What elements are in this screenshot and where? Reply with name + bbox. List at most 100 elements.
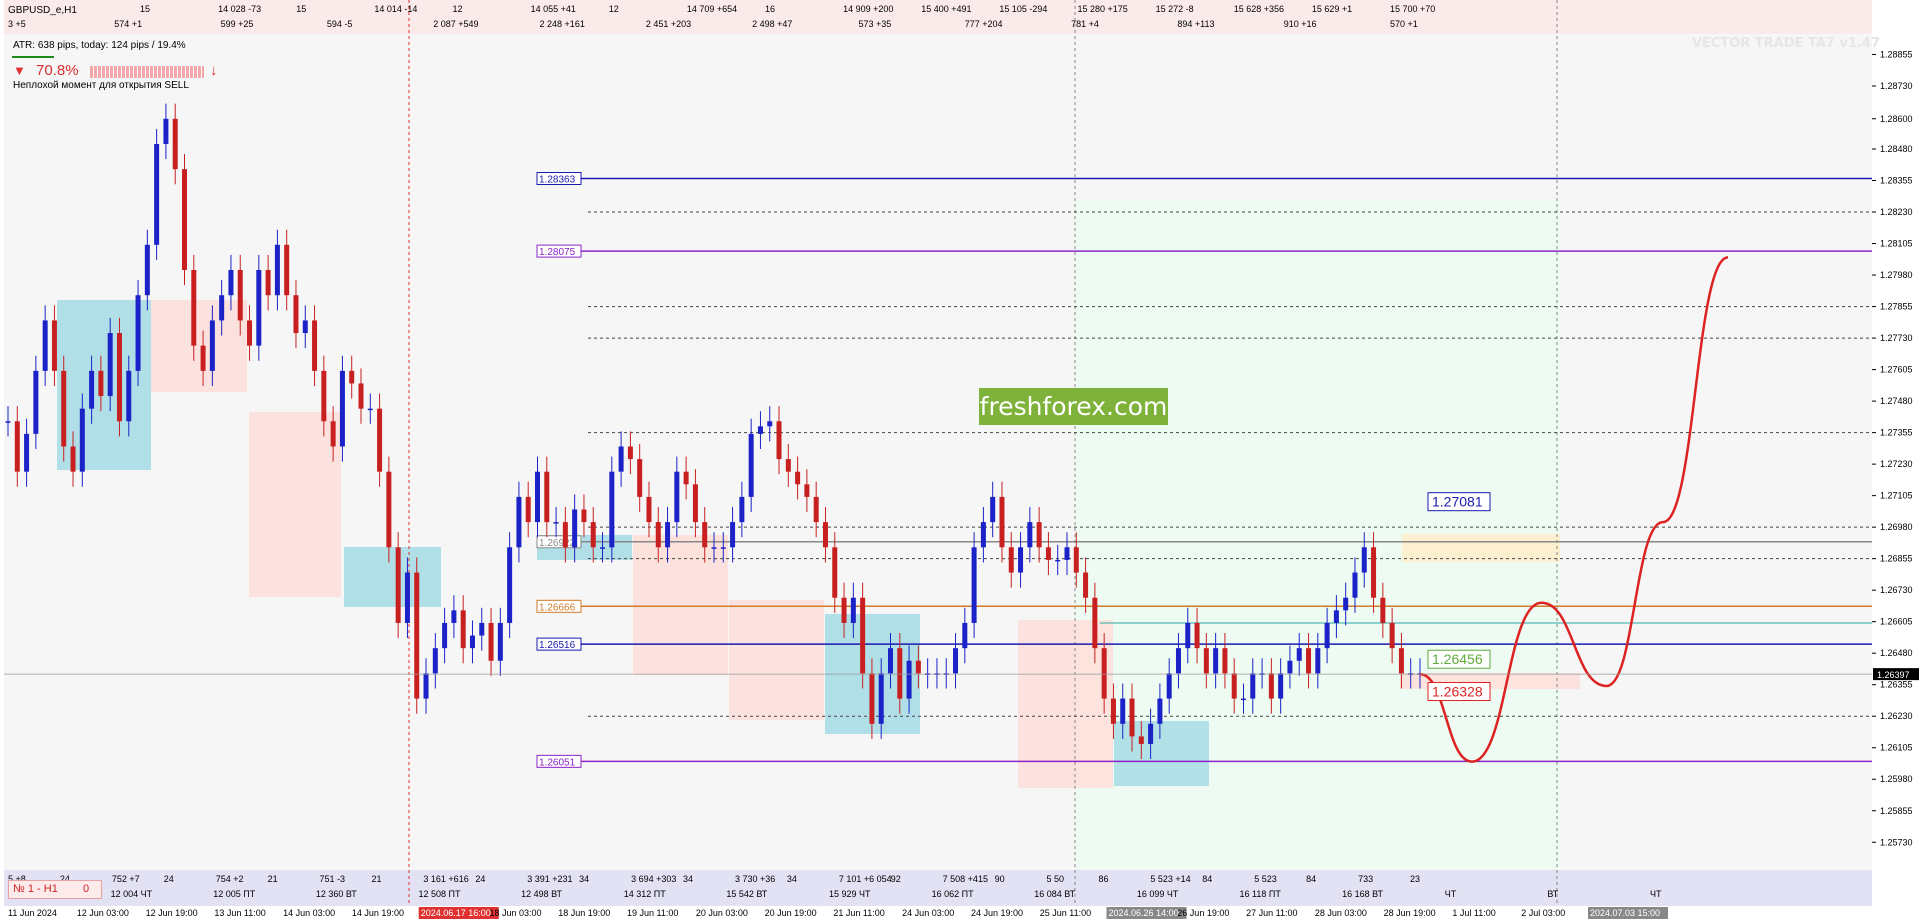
y-tick-9: 1.27730 [1880,333,1913,343]
top-vol-b-0: 3 +5 [8,19,26,29]
y-tick-24: 1.25855 [1880,806,1913,816]
candle-body-96 [897,648,903,699]
candle-body-78 [730,522,736,548]
candle-body-48 [451,610,457,623]
candle-body-93 [869,673,875,724]
candle-body-90 [841,597,847,623]
y-tick-10: 1.27605 [1880,365,1913,375]
right-tag-2: 1.26328 [1432,684,1483,700]
candle-body-103 [962,622,968,649]
bottom-vol-a-22: 5 523 +14 [1150,874,1190,884]
bottom-vol-a-14: 3 730 +36 [735,874,775,884]
candle-body-23 [219,295,225,321]
x-label-16: 2024.06.26 14:00 [1109,908,1179,918]
candle-body-107 [999,496,1005,548]
level-label-2: 1.26922 [539,538,576,549]
candle-body-150 [1398,648,1404,674]
candle-body-116 [1083,572,1089,598]
candle-body-85 [795,471,801,485]
candle-body-65 [609,471,615,548]
bottom-vol-b-14: ЧТ [1445,889,1457,899]
candle-body-30 [284,244,290,296]
candle-body-28 [265,270,271,296]
candle-body-39 [367,408,373,411]
candle-body-119 [1110,698,1116,724]
candle-body-70 [655,522,661,548]
level-label-4: 1.26516 [539,640,576,651]
panel-indicator[interactable]: № 1 - H1 0 [8,880,102,899]
candle-body-71 [665,522,671,548]
y-tick-14: 1.27105 [1880,491,1913,501]
candle-body-132 [1231,673,1237,699]
top-vol-a-0: 15 [140,4,150,14]
y-tick-1: 1.28730 [1880,81,1913,91]
candle-body-126 [1175,648,1181,674]
level-label-3: 1.26666 [539,602,576,613]
bottom-vol-b-7: 15 542 ВТ [726,889,767,899]
chart-canvas[interactable]: 1.28363 1.28075 1.26922 1.26666 1.26516 1.260… [0,0,1920,922]
top-vol-a-14: 15 628 +356 [1234,4,1284,14]
candle-body-74 [692,484,698,523]
bottom-vol-b-16: ЧТ [1650,889,1662,899]
candle-body-2 [24,433,30,472]
candle-body-55 [516,496,522,548]
candle-body-148 [1380,597,1386,623]
candle-body-4 [42,320,48,371]
candle-body-6 [61,370,67,447]
top-vol-b-9: 777 +204 [965,19,1003,29]
bottom-vol-b-15: ВТ [1547,889,1558,899]
top-vol-a-12: 15 280 +175 [1078,4,1128,14]
candle-body-37 [349,370,355,384]
right-tag-0: 1.27081 [1432,494,1483,510]
bottom-vol-a-26: 733 [1358,874,1373,884]
right-tag-1: 1.26456 [1432,651,1483,667]
bottom-vol-a-27: 23 [1410,874,1420,884]
candle-body-57 [535,471,540,523]
candle-body-43 [404,572,410,623]
bottom-vol-a-20: 5 50 [1047,874,1065,884]
candle-body-144 [1343,597,1349,611]
candle-body-111 [1036,522,1042,548]
candle-body-64 [600,547,606,549]
bottom-vol-a-3: 24 [164,874,174,884]
candle-body-136 [1268,673,1274,699]
candle-body-21 [200,345,206,371]
candle-body-139 [1296,648,1302,661]
candle-body-127 [1185,622,1191,649]
y-tick-25: 1.25730 [1880,837,1913,847]
x-label-22: 2 Jul 03:00 [1521,908,1565,918]
signal-percent: 70.8% [36,62,79,79]
candle-body-5 [51,320,57,371]
candle-body-149 [1389,622,1395,649]
candle-body-15 [144,244,150,296]
y-tick-7: 1.27980 [1880,270,1913,280]
bottom-vol-a-6: 751 -3 [320,874,346,884]
x-label-11: 20 Jun 19:00 [765,908,817,918]
candle-body-143 [1333,610,1339,623]
candle-body-104 [971,547,977,623]
top-vol-a-5: 14 055 +41 [531,4,576,14]
candle-body-137 [1278,673,1284,699]
x-label-2: 12 Jun 19:00 [146,908,198,918]
candle-body-35 [330,421,336,447]
zone-9 [1018,620,1113,788]
zone-2 [249,412,341,597]
zone-1 [151,300,247,392]
bottom-vol-a-24: 5 523 [1254,874,1277,884]
x-label-20: 28 Jun 19:00 [1384,908,1436,918]
x-label-1: 12 Jun 03:00 [77,908,129,918]
y-tick-19: 1.26480 [1880,648,1913,658]
candle-body-145 [1352,572,1358,598]
candle-body-18 [172,118,178,170]
candle-body-124 [1157,698,1163,724]
level-label-5: 1.26051 [539,757,576,768]
panel-label: № 1 - H1 [13,883,58,895]
candle-body-140 [1306,648,1312,674]
top-vol-a-8: 16 [765,4,775,14]
bottom-vol-a-15: 34 [787,874,797,884]
candle-body-141 [1315,648,1321,674]
x-label-13: 24 Jun 03:00 [902,908,954,918]
candle-body-13 [126,370,132,422]
candle-body-29 [274,244,280,296]
candle-body-95 [888,648,893,674]
